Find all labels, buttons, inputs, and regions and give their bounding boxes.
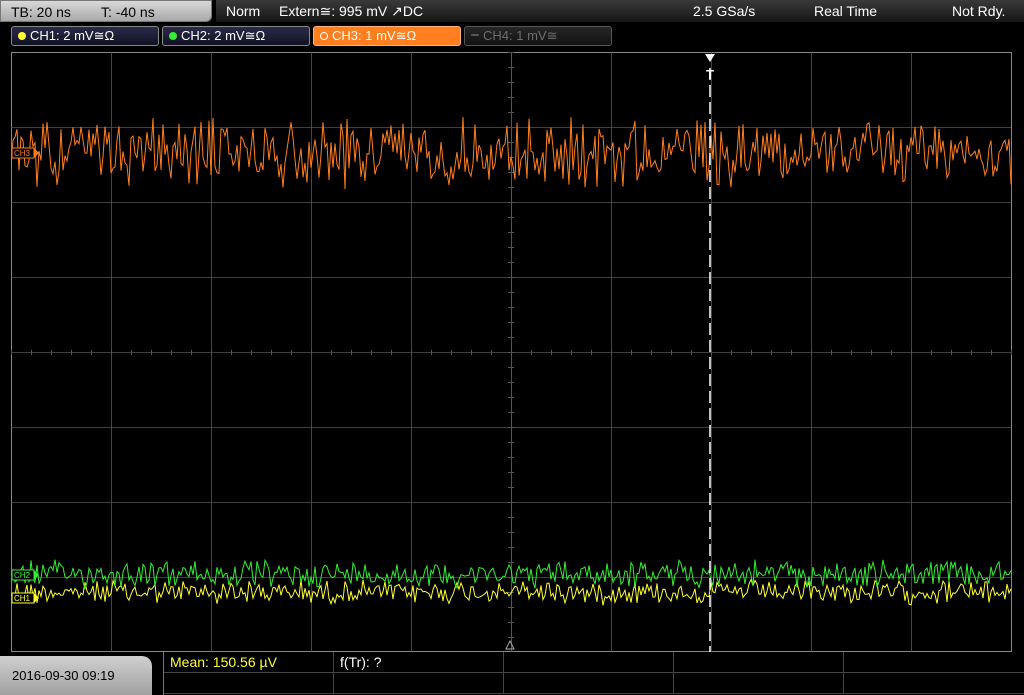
trigger-marker: T: [706, 67, 714, 82]
acquisition-state: Not Rdy.: [952, 3, 1006, 19]
timebase-panel[interactable]: TB: 20 ns T: -40 ns: [0, 0, 212, 22]
timebase-value: TB: 20 ns: [11, 4, 71, 20]
measurement-panel[interactable]: Mean: 150.56 µV f(Tr): ?: [163, 652, 1024, 695]
ch2-marker-label: CH2: [14, 571, 31, 580]
ch3-indicator: [320, 32, 328, 40]
ch1-marker-label: CH1: [14, 594, 31, 603]
ch1-indicator: [18, 32, 26, 40]
status-bar: Norm Extern≅: 995 mV ↗DC 2.5 GSa/s Real …: [216, 0, 1024, 22]
waveform-display[interactable]: T CH3 CH2 CH1: [10, 52, 1012, 653]
channel-2-button[interactable]: CH2: 2 mV≅Ω: [162, 26, 310, 46]
ch2-indicator: [169, 32, 177, 40]
trigger-mode[interactable]: Norm: [226, 0, 260, 22]
waveform-canvas: T CH3 CH2 CH1: [10, 52, 1012, 653]
trigger-offset-value: T: -40 ns: [101, 4, 155, 20]
ch3-offset-marker[interactable]: CH3: [11, 147, 39, 159]
bottom-bar: 2016-09-30 09:19 Mean: 150.56 µV f(Tr): …: [0, 652, 1024, 695]
date-time[interactable]: 2016-09-30 09:19: [0, 656, 152, 695]
channel-bar: CH1: 2 mV≅Ω CH2: 2 mV≅Ω CH3: 1 mV≅Ω CH4:…: [0, 26, 1024, 47]
channel-1-button[interactable]: CH1: 2 mV≅Ω: [11, 26, 159, 46]
mean-measurement: Mean: 150.56 µV: [170, 654, 277, 670]
ch2-label: CH2: 2 mV≅Ω: [181, 28, 266, 43]
trigger-source[interactable]: Extern≅: 995 mV ↗DC: [279, 0, 423, 22]
channel-4-button[interactable]: CH4: 1 mV≅: [464, 26, 612, 46]
ch4-label: CH4: 1 mV≅: [483, 28, 558, 43]
ch1-label: CH1: 2 mV≅Ω: [30, 28, 115, 43]
sample-rate: 2.5 GSa/s: [693, 3, 756, 19]
ch4-indicator: [471, 34, 479, 36]
ch3-label: CH3: 1 mV≅Ω: [332, 28, 417, 43]
frequency-measurement: f(Tr): ?: [340, 654, 382, 670]
ch3-marker-label: CH3: [14, 149, 31, 158]
ch2-offset-marker[interactable]: CH2: [11, 569, 39, 581]
ch1-offset-marker[interactable]: CH1: [11, 592, 39, 604]
acquisition-mode: Real Time: [814, 3, 878, 19]
channel-3-button[interactable]: CH3: 1 mV≅Ω: [313, 26, 461, 46]
